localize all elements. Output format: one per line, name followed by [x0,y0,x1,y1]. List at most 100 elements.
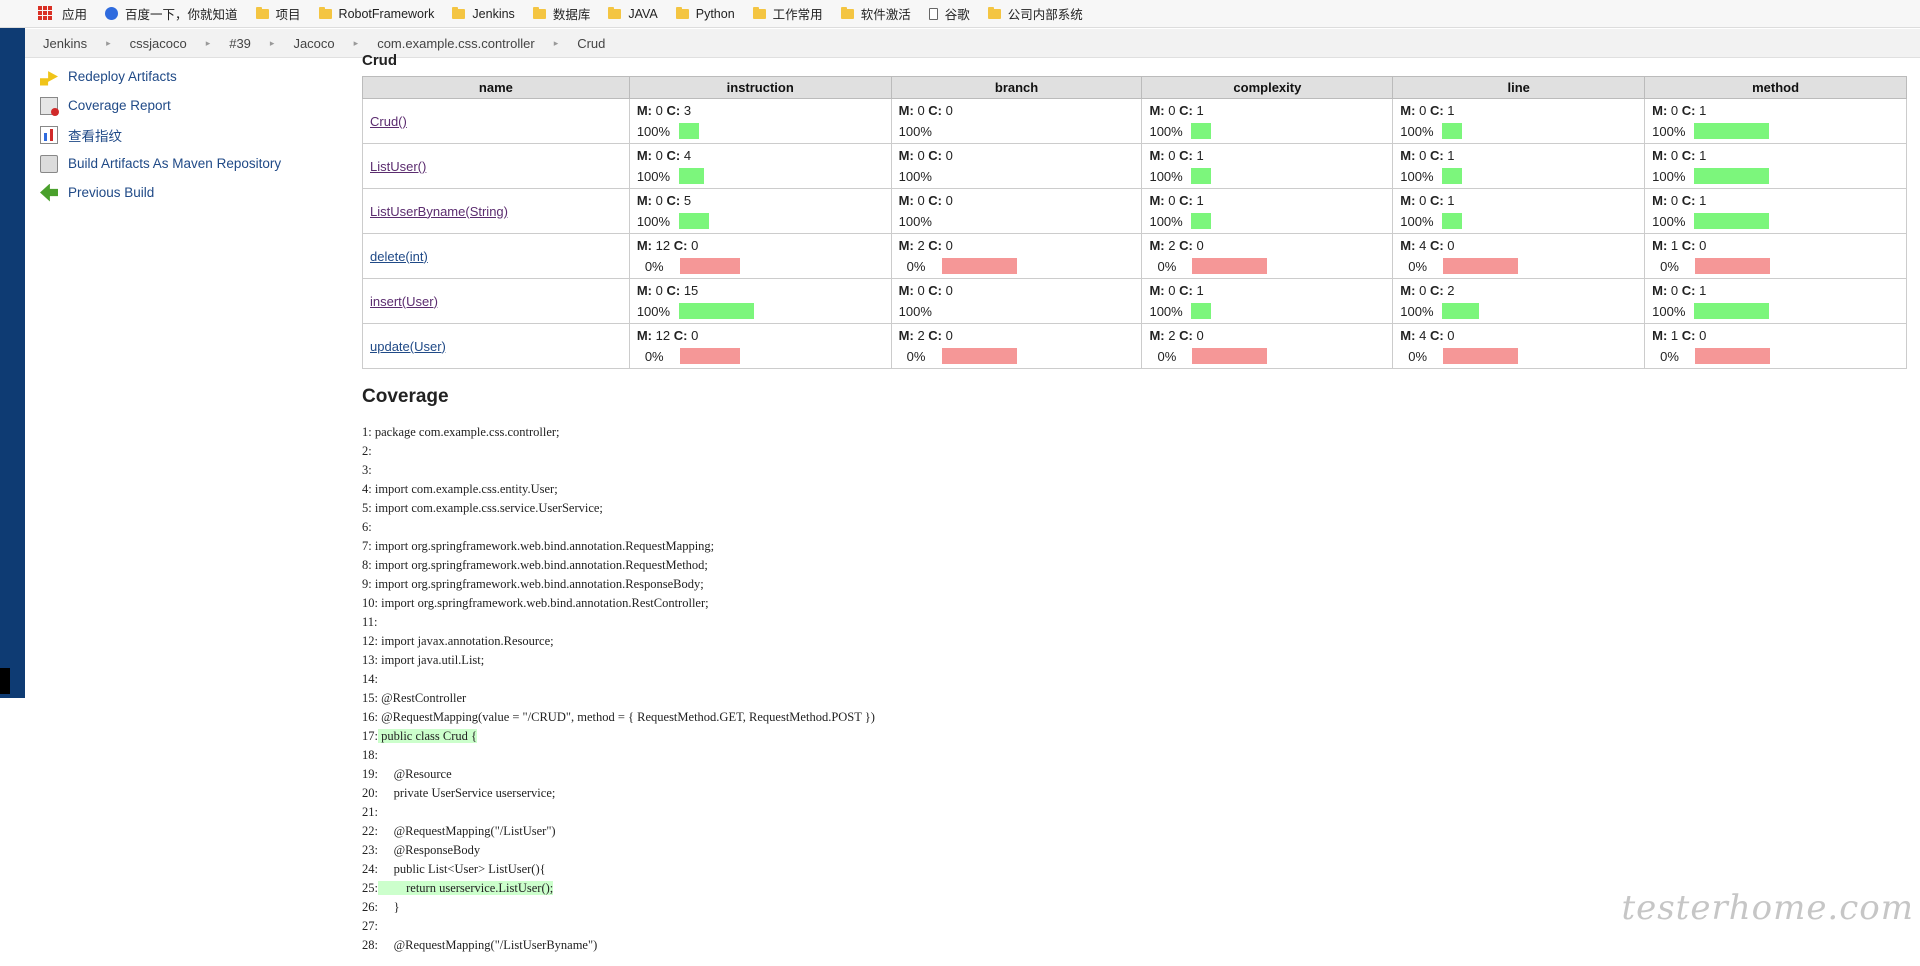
missed-covered-counts: M: 0 C: 3 [637,101,884,121]
missed-covered-counts: M: 2 C: 0 [1149,326,1385,346]
code-text: public List<User> ListUser(){ [377,862,546,876]
metric-cell: M: 0 C: 1 100% [1141,188,1394,234]
missed-value: 4 [1419,238,1427,253]
bookmark-item[interactable]: 谷歌 [928,4,970,23]
coverage-percent: 100% [636,123,671,139]
bookmark-item[interactable]: Python [675,6,735,21]
bookmark-label: Python [695,6,735,21]
table-row: Crud() M: 0 C: 3 100% M: 0 C: 0 100% M: 0 C: … [362,98,1907,144]
missed-value: 2 [917,238,925,253]
missed-value: 0 [655,283,663,298]
method-name-cell: ListUser() [362,143,630,189]
apps-grid-icon[interactable] [38,6,52,20]
line-number: 3: [362,463,372,477]
missed-covered-counts: M: 0 C: 5 [637,191,884,211]
bookmark-apps[interactable]: 应用 [62,4,87,23]
method-link[interactable]: Crud() [370,114,407,129]
coverage-percent-row: 0% [1400,346,1637,366]
bookmark-item[interactable]: 数据库 [532,4,590,23]
missed-value: 0 [1168,283,1176,298]
method-link[interactable]: update(User) [370,339,446,354]
covered-bar [678,213,709,229]
method-link[interactable]: ListUserByname(String) [370,204,508,219]
bookmark-item[interactable]: RobotFramework [318,6,434,21]
bookmark-label: 百度一下，你就知道 [125,8,238,22]
sidebar-item[interactable]: Coverage Report [40,91,340,120]
code-text: import org.springframework.web.bind.anno… [371,558,708,572]
missed-value: 0 [1419,193,1427,208]
method-link[interactable]: delete(int) [370,249,428,264]
coverage-percent-row: 0% [637,346,884,366]
covered-label: C: [673,238,688,253]
bookmark-label: JAVA [628,6,658,21]
bookmark-item[interactable]: 工作常用 [752,4,823,23]
previous-build-icon [40,183,58,202]
folder-icon [318,6,332,19]
code-line: 19: @Resource [362,765,1907,784]
breadcrumb-item[interactable]: com.example.css.controller [377,36,535,51]
page-icon [928,7,938,20]
sidebar-item[interactable]: Build Artifacts As Maven Repository [40,149,340,178]
method-link[interactable]: insert(User) [370,294,438,309]
missed-value: 0 [1168,193,1176,208]
covered-label: C: [1179,148,1193,163]
missed-value: 12 [655,328,671,343]
missed-covered-counts: M: 0 C: 1 [1652,191,1899,211]
metric-cell: M: 0 C: 1 100% [1141,278,1394,324]
missed-value: 0 [1419,103,1427,118]
sidebar-item-label: 查看指纹 [68,128,122,144]
sidebar-item[interactable]: 查看指纹 [40,120,340,149]
sidebar-item[interactable]: Previous Build [40,178,340,207]
missed-value: 0 [1168,103,1176,118]
bookmark-item[interactable]: 软件激活 [840,4,911,23]
bookmark-item[interactable]: 百度一下，你就知道 [105,4,238,23]
missed-label: M: [636,148,652,163]
metric-cell: M: 2 C: 0 0% [890,323,1143,369]
bookmark-item[interactable]: Jenkins [452,6,515,21]
code-text: @ResponseBody [377,843,481,857]
code-line: 7: import org.springframework.web.bind.a… [362,537,1907,556]
coverage-percent: 100% [1652,213,1686,229]
folder-icon [452,6,466,19]
missed-label: M: [1652,193,1668,208]
coverage-percent-row: 100% [1149,166,1385,186]
missed-covered-counts: M: 12 C: 0 [637,326,884,346]
bookmark-item[interactable]: 公司内部系统 [987,4,1083,23]
covered-bar [678,303,754,319]
breadcrumb-item[interactable]: cssjacoco [130,36,187,51]
code-line: 1: package com.example.css.controller; [362,423,1907,442]
breadcrumb-separator-icon: ▸ [205,37,211,48]
missed-value: 0 [1670,148,1679,163]
missed-covered-counts: M: 0 C: 1 [1652,101,1899,121]
bookmark-item[interactable]: JAVA [608,6,658,21]
covered-value: 0 [1447,328,1455,343]
line-number: 16: [362,710,378,724]
coverage-percent: 0% [906,258,926,274]
metric-cell: M: 0 C: 0 100% [890,278,1143,324]
method-link[interactable]: ListUser() [370,159,426,174]
method-name-cell: delete(int) [362,233,630,279]
missed-covered-counts: M: 1 C: 0 [1652,236,1899,256]
code-line: 18: [362,746,1907,765]
covered-label: C: [1429,328,1444,343]
code-text: import com.example.css.service.UserServi… [371,501,603,515]
covered-value: 1 [1699,148,1707,163]
missed-value: 12 [655,238,671,253]
coverage-percent: 100% [1149,168,1183,184]
covered-label: C: [928,193,943,208]
missed-bar [941,258,1017,274]
breadcrumb-item[interactable]: #39 [229,36,251,51]
metric-cell: M: 0 C: 1 100% [1141,98,1394,144]
breadcrumb-item[interactable]: Crud [577,36,605,51]
covered-value: 0 [1196,238,1204,253]
sidebar-item[interactable]: Redeploy Artifacts [40,62,340,91]
redeploy-icon [40,71,58,86]
folder-icon [255,6,269,19]
bookmark-label: 工作常用 [772,8,823,22]
breadcrumb-item[interactable]: Jenkins [43,36,87,51]
coverage-percent-row: 100% [1149,211,1385,231]
code-line: 23: @ResponseBody [362,841,1907,860]
breadcrumb-item[interactable]: Jacoco [293,36,334,51]
bookmark-item[interactable]: 项目 [255,4,301,23]
coverage-percent-row: 100% [1149,121,1385,141]
